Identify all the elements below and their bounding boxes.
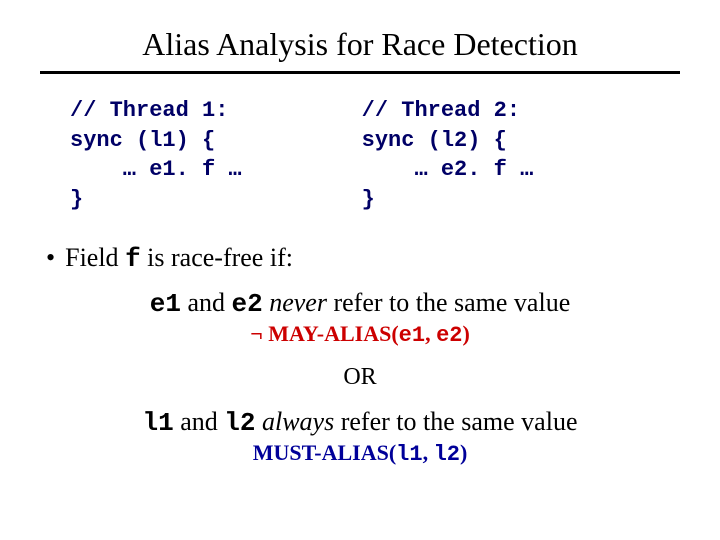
cond2-l1: l1 — [143, 408, 174, 438]
cond2-tail: refer to the same value — [334, 407, 577, 436]
cond1-comma: , — [425, 321, 436, 346]
code-columns: // Thread 1: sync (l1) { … e1. f … } // … — [40, 96, 680, 215]
page-title: Alias Analysis for Race Detection — [40, 26, 680, 63]
code-thread-2: // Thread 2: sync (l2) { … e2. f … } — [362, 96, 534, 215]
cond1-close: ) — [462, 321, 469, 346]
cond2-l2: l2 — [224, 408, 255, 438]
condition-2-sub: MUST-ALIAS(l1, l2) — [40, 440, 680, 467]
cond2-always: always — [262, 407, 334, 436]
cond1-mid: and — [181, 288, 232, 317]
cond2-arg-a: l1 — [396, 442, 422, 467]
title-divider — [40, 71, 680, 74]
bullet-code: f — [125, 244, 141, 274]
cond1-e1: e1 — [150, 289, 181, 319]
condition-2: l1 and l2 always refer to the same value — [40, 407, 680, 438]
bullet-prefix: Field — [65, 243, 125, 272]
or-separator: OR — [40, 364, 680, 391]
condition-1-sub: ¬ MAY-ALIAS(e1, e2) — [40, 321, 680, 348]
cond1-e2: e2 — [232, 289, 263, 319]
cond1-arg-a: e1 — [399, 323, 425, 348]
bullet-suffix: is race-free if: — [141, 243, 293, 272]
slide: Alias Analysis for Race Detection // Thr… — [0, 0, 720, 540]
bullet-text: Field f is race-free if: — [65, 243, 293, 274]
bullet-marker: • — [46, 243, 55, 273]
cond1-func: MAY-ALIAS( — [268, 321, 398, 346]
cond2-mid: and — [174, 407, 225, 436]
cond1-neg: ¬ — [250, 321, 268, 346]
cond1-arg-b: e2 — [436, 323, 462, 348]
condition-1: e1 and e2 never refer to the same value — [40, 288, 680, 319]
cond2-func: MUST-ALIAS( — [253, 440, 396, 465]
cond2-arg-b: l2 — [434, 442, 460, 467]
cond1-tail: refer to the same value — [327, 288, 570, 317]
conditions: e1 and e2 never refer to the same value … — [40, 288, 680, 467]
cond1-never: never — [269, 288, 327, 317]
cond2-comma: , — [423, 440, 434, 465]
bullet-line: • Field f is race-free if: — [46, 243, 680, 274]
cond2-close: ) — [460, 440, 467, 465]
code-thread-1: // Thread 1: sync (l1) { … e1. f … } — [70, 96, 242, 215]
